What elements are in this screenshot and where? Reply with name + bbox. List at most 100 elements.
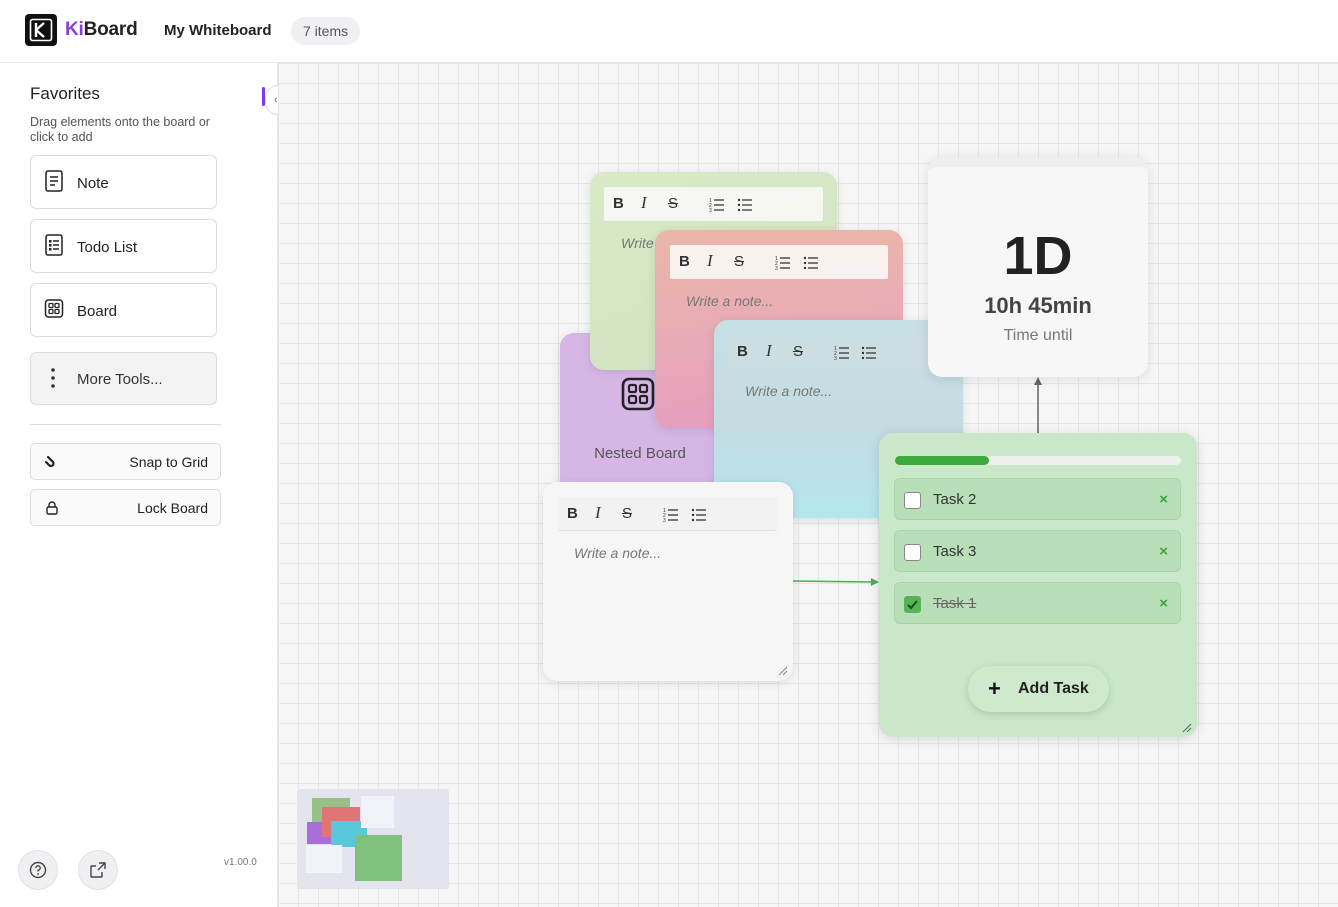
note-toolbar: B I S 123 [604, 187, 823, 221]
delete-task-icon[interactable]: × [1159, 595, 1168, 612]
sidebar: Favorites Drag elements onto the board o… [0, 63, 291, 907]
note-placeholder[interactable]: Write a note... [745, 383, 832, 399]
minimap-todo [355, 835, 402, 881]
note-card-white[interactable]: B I S 123 Write a note... [543, 482, 793, 681]
bold-button[interactable]: B [679, 253, 690, 270]
more-vertical-icon [51, 368, 55, 388]
more-tools-label: More Tools... [77, 371, 163, 388]
app-name-suffix: Board [83, 19, 138, 40]
note-toolbar: B I S 123 [729, 335, 947, 369]
lock-board-button[interactable]: Lock Board [30, 489, 221, 526]
whiteboard-canvas[interactable]: Nested Board B I S 123 Write B I S 123 W… [278, 63, 1338, 907]
kiboard-logo-icon[interactable] [25, 14, 57, 46]
export-button[interactable] [78, 850, 118, 890]
external-link-icon [90, 862, 106, 878]
todo-progress-fill [895, 456, 990, 465]
ordered-list-icon[interactable]: 123 [709, 196, 725, 212]
task-checkbox[interactable] [904, 596, 921, 613]
strikethrough-button[interactable]: S [734, 253, 744, 270]
plus-icon: + [988, 676, 1001, 701]
help-circle-icon [29, 861, 47, 879]
snap-to-grid-label: Snap to Grid [129, 454, 208, 470]
board-icon [44, 299, 64, 318]
bold-button[interactable]: B [613, 195, 624, 212]
tool-todo-list-label: Todo List [77, 239, 138, 256]
more-tools-button[interactable]: More Tools... [30, 352, 217, 405]
todo-list-card[interactable]: Task 2 × Task 3 × Task 1 × + Add Task [879, 433, 1197, 737]
nested-board-label: Nested Board [594, 445, 686, 462]
strikethrough-button[interactable]: S [793, 343, 803, 360]
task-label[interactable]: Task 2 [933, 491, 976, 508]
minimap-preview [306, 796, 402, 881]
lock-icon [46, 501, 58, 515]
snap-to-grid-button[interactable]: Snap to Grid [30, 443, 221, 480]
resize-handle-icon[interactable] [1180, 721, 1192, 733]
app-header: KiBoard My Whiteboard 7 items [0, 0, 1338, 63]
lock-board-label: Lock Board [137, 500, 208, 516]
tool-note[interactable]: Note [30, 155, 217, 209]
italic-button[interactable]: I [595, 503, 601, 523]
note-toolbar: B I S 123 [558, 497, 777, 531]
magnet-icon [44, 455, 55, 468]
delete-task-icon[interactable]: × [1159, 543, 1168, 560]
note-placeholder[interactable]: Write a note... [574, 545, 661, 561]
todo-task-item[interactable]: Task 1 × [894, 582, 1181, 624]
help-button[interactable] [18, 850, 58, 890]
tool-board[interactable]: Board [30, 283, 217, 337]
svg-text:3: 3 [834, 356, 837, 360]
italic-button[interactable]: I [641, 193, 647, 213]
task-checkbox[interactable] [904, 544, 921, 561]
countdown-days: 1D [1003, 226, 1073, 286]
resize-handle-icon[interactable] [776, 664, 788, 676]
board-title[interactable]: My Whiteboard [164, 22, 272, 39]
app-name: KiBoard [65, 19, 138, 41]
arrowhead-icon [1034, 377, 1042, 385]
app-version: v1.00.0 [224, 857, 257, 868]
countdown-card[interactable]: 1D 10h 45min Time until [928, 157, 1148, 377]
add-task-label: Add Task [1018, 680, 1089, 697]
add-task-button[interactable]: + Add Task [968, 666, 1109, 712]
ordered-list-icon[interactable]: 123 [775, 254, 791, 270]
board-minimap[interactable] [297, 789, 449, 889]
bullet-list-icon[interactable] [803, 254, 819, 270]
strikethrough-button[interactable]: S [622, 505, 632, 522]
tool-board-label: Board [77, 303, 118, 320]
todo-task-item[interactable]: Task 3 × [894, 530, 1181, 572]
items-count-badge: 7 items [291, 17, 361, 45]
task-label[interactable]: Task 3 [933, 543, 976, 560]
app-name-prefix: Ki [65, 19, 84, 40]
todo-task-item[interactable]: Task 2 × [894, 478, 1181, 520]
strikethrough-button[interactable]: S [668, 195, 678, 212]
task-checkbox[interactable] [904, 492, 921, 509]
delete-task-icon[interactable]: × [1159, 491, 1168, 508]
bullet-list-icon[interactable] [861, 344, 877, 360]
italic-button[interactable]: I [766, 341, 772, 361]
tool-note-label: Note [77, 175, 109, 192]
bullet-list-icon[interactable] [691, 506, 707, 522]
bold-button[interactable]: B [567, 505, 578, 522]
bold-button[interactable]: B [737, 343, 748, 360]
arrowhead-icon [871, 578, 879, 586]
ordered-list-icon[interactable]: 123 [834, 344, 850, 360]
note-placeholder[interactable]: Write a note... [686, 293, 773, 309]
svg-text:3: 3 [775, 266, 778, 270]
ordered-list-icon[interactable]: 123 [663, 506, 679, 522]
italic-button[interactable]: I [707, 251, 713, 271]
note-placeholder[interactable]: Write [621, 235, 654, 251]
svg-text:3: 3 [663, 518, 666, 522]
task-label[interactable]: Task 1 [933, 595, 976, 612]
tool-todo-list[interactable]: Todo List [30, 219, 217, 273]
sidebar-divider [30, 424, 221, 425]
connector-note-to-todo[interactable] [792, 580, 874, 583]
countdown-hours-minutes: 10h 45min [984, 293, 1092, 318]
board-icon [621, 377, 655, 411]
minimap-note-white [306, 845, 342, 873]
minimap-timer [361, 796, 394, 828]
todo-progress-bar [895, 456, 1181, 465]
bullet-list-icon[interactable] [737, 196, 753, 212]
countdown-caption: Time until [1003, 327, 1073, 344]
note-toolbar: B I S 123 [670, 245, 888, 279]
favorites-title: Favorites [30, 84, 100, 103]
checkmark-icon [907, 600, 918, 610]
svg-text:3: 3 [709, 208, 712, 212]
